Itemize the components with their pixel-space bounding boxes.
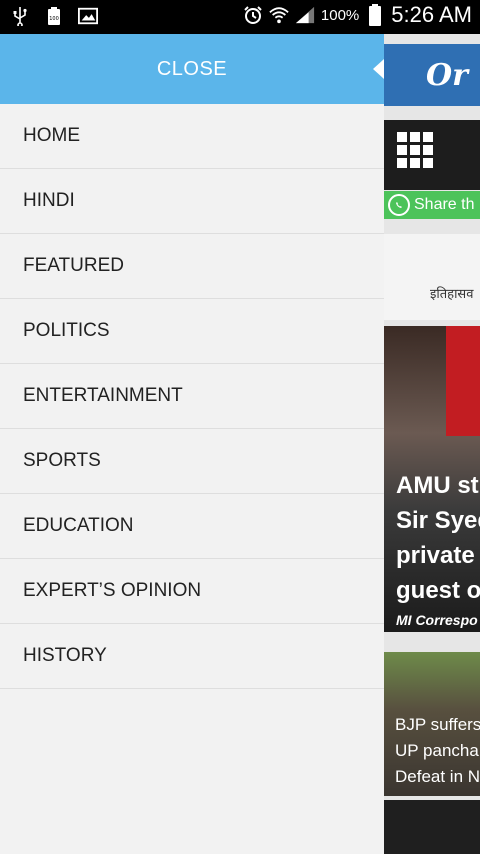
- share-label: Share th: [414, 196, 475, 213]
- gallery-icon: [78, 6, 98, 26]
- wifi-icon: [269, 5, 289, 25]
- status-bar: 100 100% 5:26 AM: [0, 0, 480, 34]
- story-image: [446, 326, 480, 436]
- menu-item-sports[interactable]: SPORTS: [0, 429, 384, 494]
- story-headline: BJP suffers UP pancha Defeat in N: [395, 715, 480, 786]
- news-ticker: इतिहासव: [384, 234, 480, 320]
- drawer-menu: HOME HINDI FEATURED POLITICS ENTERTAINME…: [0, 104, 384, 689]
- menu-item-education[interactable]: EDUCATION: [0, 494, 384, 559]
- menu-item-label: SPORTS: [23, 450, 101, 471]
- menu-item-label: FEATURED: [23, 255, 124, 276]
- alarm-icon: [243, 5, 263, 25]
- menu-item-home[interactable]: HOME: [0, 104, 384, 169]
- clock: 5:26 AM: [391, 2, 472, 27]
- menu-item-featured[interactable]: FEATURED: [0, 234, 384, 299]
- whatsapp-share-button[interactable]: Share th: [384, 191, 480, 219]
- featured-story-card[interactable]: AMU st Sir Syed private guest o MI Corre…: [384, 326, 480, 632]
- battery-percent: 100%: [320, 6, 360, 24]
- ticker-text: इतिहासव: [430, 286, 474, 301]
- menu-item-label: ENTERTAINMENT: [23, 385, 183, 406]
- menu-item-history[interactable]: HISTORY: [0, 624, 384, 689]
- top-nav-bar: [384, 120, 480, 190]
- story-card[interactable]: [384, 800, 480, 854]
- site-logo[interactable]: Or: [384, 44, 480, 106]
- logo-text: Or: [426, 58, 468, 93]
- menu-item-label: HOME: [23, 125, 80, 146]
- battery-saver-icon: 100: [44, 6, 64, 26]
- navigation-drawer: CLOSE HOME HINDI FEATURED POLITICS ENTER…: [0, 34, 385, 854]
- whatsapp-icon: [388, 194, 410, 216]
- menu-item-label: POLITICS: [23, 320, 110, 341]
- story-byline: MI Correspo: [396, 612, 478, 628]
- svg-text:100: 100: [49, 16, 59, 22]
- grid-menu-icon[interactable]: [397, 132, 433, 168]
- close-label: CLOSE: [156, 57, 228, 80]
- main-content-peek: Or Share th इतिहासव AMU st Sir Syed priv…: [384, 34, 480, 854]
- menu-item-experts-opinion[interactable]: EXPERT’S OPINION: [0, 559, 384, 624]
- signal-icon: [295, 5, 315, 25]
- drawer-pointer-icon: [373, 59, 384, 79]
- battery-icon: [365, 4, 385, 26]
- menu-item-hindi[interactable]: HINDI: [0, 169, 384, 234]
- menu-item-entertainment[interactable]: ENTERTAINMENT: [0, 364, 384, 429]
- usb-icon: [10, 6, 30, 26]
- story-headline: AMU st Sir Syed private guest o: [396, 472, 480, 604]
- menu-item-politics[interactable]: POLITICS: [0, 299, 384, 364]
- menu-item-label: EXPERT’S OPINION: [23, 580, 202, 601]
- menu-item-label: HISTORY: [23, 645, 107, 666]
- close-drawer-button[interactable]: CLOSE: [0, 34, 384, 104]
- story-card[interactable]: BJP suffers UP pancha Defeat in N: [384, 652, 480, 796]
- menu-item-label: HINDI: [23, 190, 75, 211]
- menu-item-label: EDUCATION: [23, 515, 134, 536]
